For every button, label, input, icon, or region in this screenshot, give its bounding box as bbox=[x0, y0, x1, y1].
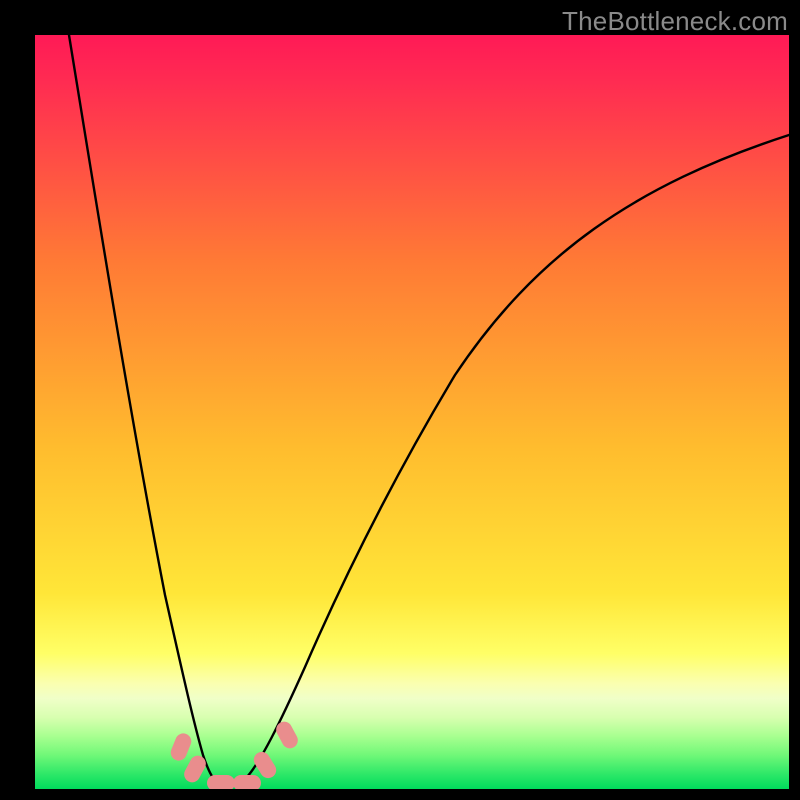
chart-frame: TheBottleneck.com bbox=[0, 0, 800, 800]
chart-svg bbox=[35, 35, 789, 789]
curve-marker bbox=[233, 775, 261, 789]
curve-marker bbox=[207, 775, 235, 789]
chart-plot-area bbox=[35, 35, 789, 789]
chart-background bbox=[35, 35, 789, 789]
watermark-text: TheBottleneck.com bbox=[562, 6, 788, 37]
